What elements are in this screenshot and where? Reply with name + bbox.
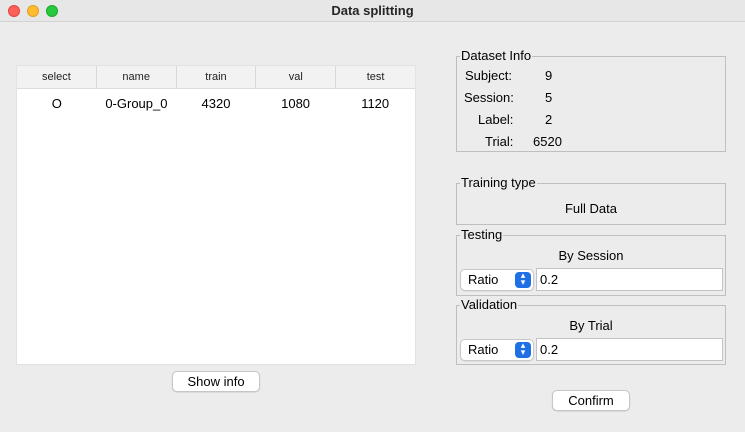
training-type-title: Training type — [460, 175, 537, 191]
cell-select[interactable]: O — [17, 94, 97, 114]
testing-select-value: Ratio — [468, 272, 499, 287]
subject-label: Subject: — [465, 68, 512, 83]
training-type-value: Full Data — [564, 201, 618, 216]
split-table: select name train val test O 0-Group_0 4… — [16, 65, 416, 365]
testing-title: Testing — [460, 227, 504, 243]
trial-label: Trial: — [485, 134, 514, 149]
validation-mode: By Trial — [569, 318, 613, 333]
testing-group: Testing By Session Ratio ▴ ▾ 0.2 — [456, 227, 726, 296]
label-value: 2 — [545, 112, 553, 127]
cell-test[interactable]: 1120 — [335, 94, 415, 114]
column-header-train[interactable]: train — [177, 66, 257, 88]
validation-ratio-value: 0.2 — [540, 342, 559, 357]
testing-ratio-value: 0.2 — [540, 272, 559, 287]
session-value: 5 — [545, 90, 553, 105]
table-header: select name train val test — [17, 66, 415, 89]
column-header-select[interactable]: select — [17, 66, 97, 88]
validation-group: Validation By Trial Ratio ▴ ▾ 0.2 — [456, 297, 726, 365]
title-bar: Data splitting — [0, 0, 745, 22]
select-stepper-icon: ▴ ▾ — [515, 271, 531, 288]
cell-val[interactable]: 1080 — [256, 94, 336, 114]
select-stepper-icon: ▴ ▾ — [515, 341, 531, 358]
testing-mode: By Session — [558, 248, 624, 263]
dataset-info-group: Dataset Info Subject: 9 Session: 5 Label… — [456, 48, 726, 152]
show-info-button[interactable]: Show info — [172, 371, 260, 392]
column-header-name[interactable]: name — [97, 66, 177, 88]
column-header-val[interactable]: val — [256, 66, 337, 88]
testing-ratio-input[interactable]: 0.2 — [536, 268, 723, 291]
label-label: Label: — [478, 112, 514, 127]
training-type-group: Training type Full Data — [456, 175, 726, 225]
session-label: Session: — [464, 90, 514, 105]
column-header-test[interactable]: test — [336, 66, 415, 88]
validation-split-select[interactable]: Ratio ▴ ▾ — [460, 339, 534, 361]
validation-ratio-input[interactable]: 0.2 — [536, 338, 723, 361]
confirm-button[interactable]: Confirm — [552, 390, 630, 411]
subject-value: 9 — [545, 68, 553, 83]
validation-select-value: Ratio — [468, 342, 499, 357]
testing-split-select[interactable]: Ratio ▴ ▾ — [460, 269, 534, 291]
dataset-info-title: Dataset Info — [460, 48, 533, 64]
trial-value: 6520 — [533, 134, 562, 149]
cell-train[interactable]: 4320 — [176, 94, 256, 114]
cell-name[interactable]: 0-Group_0 — [97, 94, 177, 114]
table-row[interactable]: O 0-Group_0 4320 1080 1120 — [17, 94, 415, 114]
validation-title: Validation — [460, 297, 519, 313]
window-title: Data splitting — [331, 3, 414, 18]
